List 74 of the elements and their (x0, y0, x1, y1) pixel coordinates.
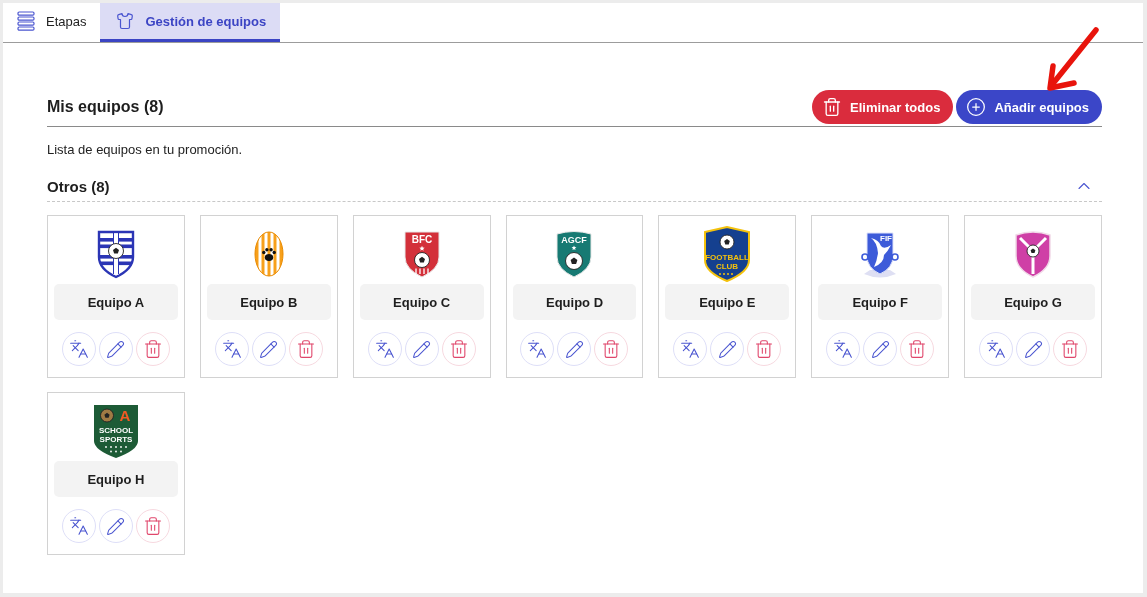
delete-button[interactable] (594, 332, 629, 366)
edit-button[interactable] (98, 509, 133, 543)
team-name: Equipo D (512, 284, 637, 320)
pencil-icon (1023, 339, 1043, 359)
translate-button[interactable] (520, 332, 555, 366)
team-crest-logo: BFC (401, 229, 442, 279)
team-name: Equipo C (359, 284, 484, 320)
team-name: Equipo G (971, 284, 1095, 320)
edit-button[interactable] (404, 332, 439, 366)
tab[interactable]: Etapas (3, 3, 101, 42)
team-name: Equipo E (665, 284, 790, 320)
translate-icon (221, 339, 242, 359)
translate-icon (68, 516, 89, 536)
team-crest-logo (95, 229, 136, 279)
translate-button[interactable] (826, 332, 861, 366)
add-teams-button[interactable]: Añadir equipos (956, 90, 1102, 124)
translate-icon (374, 339, 395, 359)
description-text: Lista de equipos en tu promoción. (47, 142, 243, 157)
delete-button[interactable] (288, 332, 323, 366)
trash-icon (754, 339, 775, 359)
delete-button[interactable] (747, 332, 782, 366)
group-title: Otros (8) (47, 177, 110, 195)
team-crest-logo: FIF (860, 229, 901, 279)
translate-button[interactable] (214, 332, 249, 366)
trash-icon (295, 339, 316, 359)
annotation-arrow (1047, 27, 1099, 91)
pencil-icon (870, 339, 890, 359)
translate-icon (68, 339, 89, 359)
trash-icon (822, 97, 843, 117)
delete-button[interactable] (1053, 332, 1088, 366)
list-icon (17, 11, 35, 31)
trash-icon (142, 516, 163, 536)
edit-button[interactable] (863, 332, 898, 366)
translate-button[interactable] (673, 332, 708, 366)
translate-icon (833, 339, 854, 359)
trash-icon (907, 339, 928, 359)
plus-circle-icon (966, 97, 987, 117)
tab[interactable]: Gestión de equipos (100, 3, 281, 42)
pencil-icon (106, 339, 126, 359)
delete-button[interactable] (135, 509, 170, 543)
trash-icon (1060, 339, 1081, 359)
translate-button[interactable] (61, 509, 96, 543)
delete-all-button[interactable]: Eliminar todos (812, 90, 954, 124)
pencil-icon (412, 339, 432, 359)
edit-button[interactable] (1016, 332, 1051, 366)
edit-button[interactable] (710, 332, 745, 366)
translate-icon (680, 339, 701, 359)
edit-button[interactable] (557, 332, 592, 366)
team-name: Equipo A (54, 284, 178, 320)
shirt-icon (116, 12, 135, 30)
translate-button[interactable] (61, 332, 96, 366)
translate-icon (527, 339, 548, 359)
edit-button[interactable] (251, 332, 286, 366)
team-name: Equipo H (54, 461, 178, 497)
translate-button[interactable] (979, 332, 1014, 366)
pencil-icon (565, 339, 584, 359)
translate-icon (986, 339, 1007, 359)
trash-icon (601, 339, 622, 359)
team-name: Equipo B (206, 284, 331, 320)
team-crest-logo: FOOTBALL CLUB (702, 226, 753, 282)
team-crest-logo (1013, 229, 1054, 279)
delete-button[interactable] (441, 332, 476, 366)
trash-icon (142, 339, 163, 359)
trash-icon (448, 339, 469, 359)
delete-button[interactable] (135, 332, 170, 366)
team-crest-logo: AGCF (554, 229, 595, 279)
edit-button[interactable] (98, 332, 133, 366)
pencil-icon (106, 516, 126, 536)
section-title: Mis equipos (8) (47, 98, 164, 116)
pencil-icon (259, 339, 279, 359)
team-name: Equipo F (818, 284, 943, 320)
translate-button[interactable] (367, 332, 402, 366)
pencil-icon (717, 339, 737, 359)
delete-button[interactable] (900, 332, 935, 366)
